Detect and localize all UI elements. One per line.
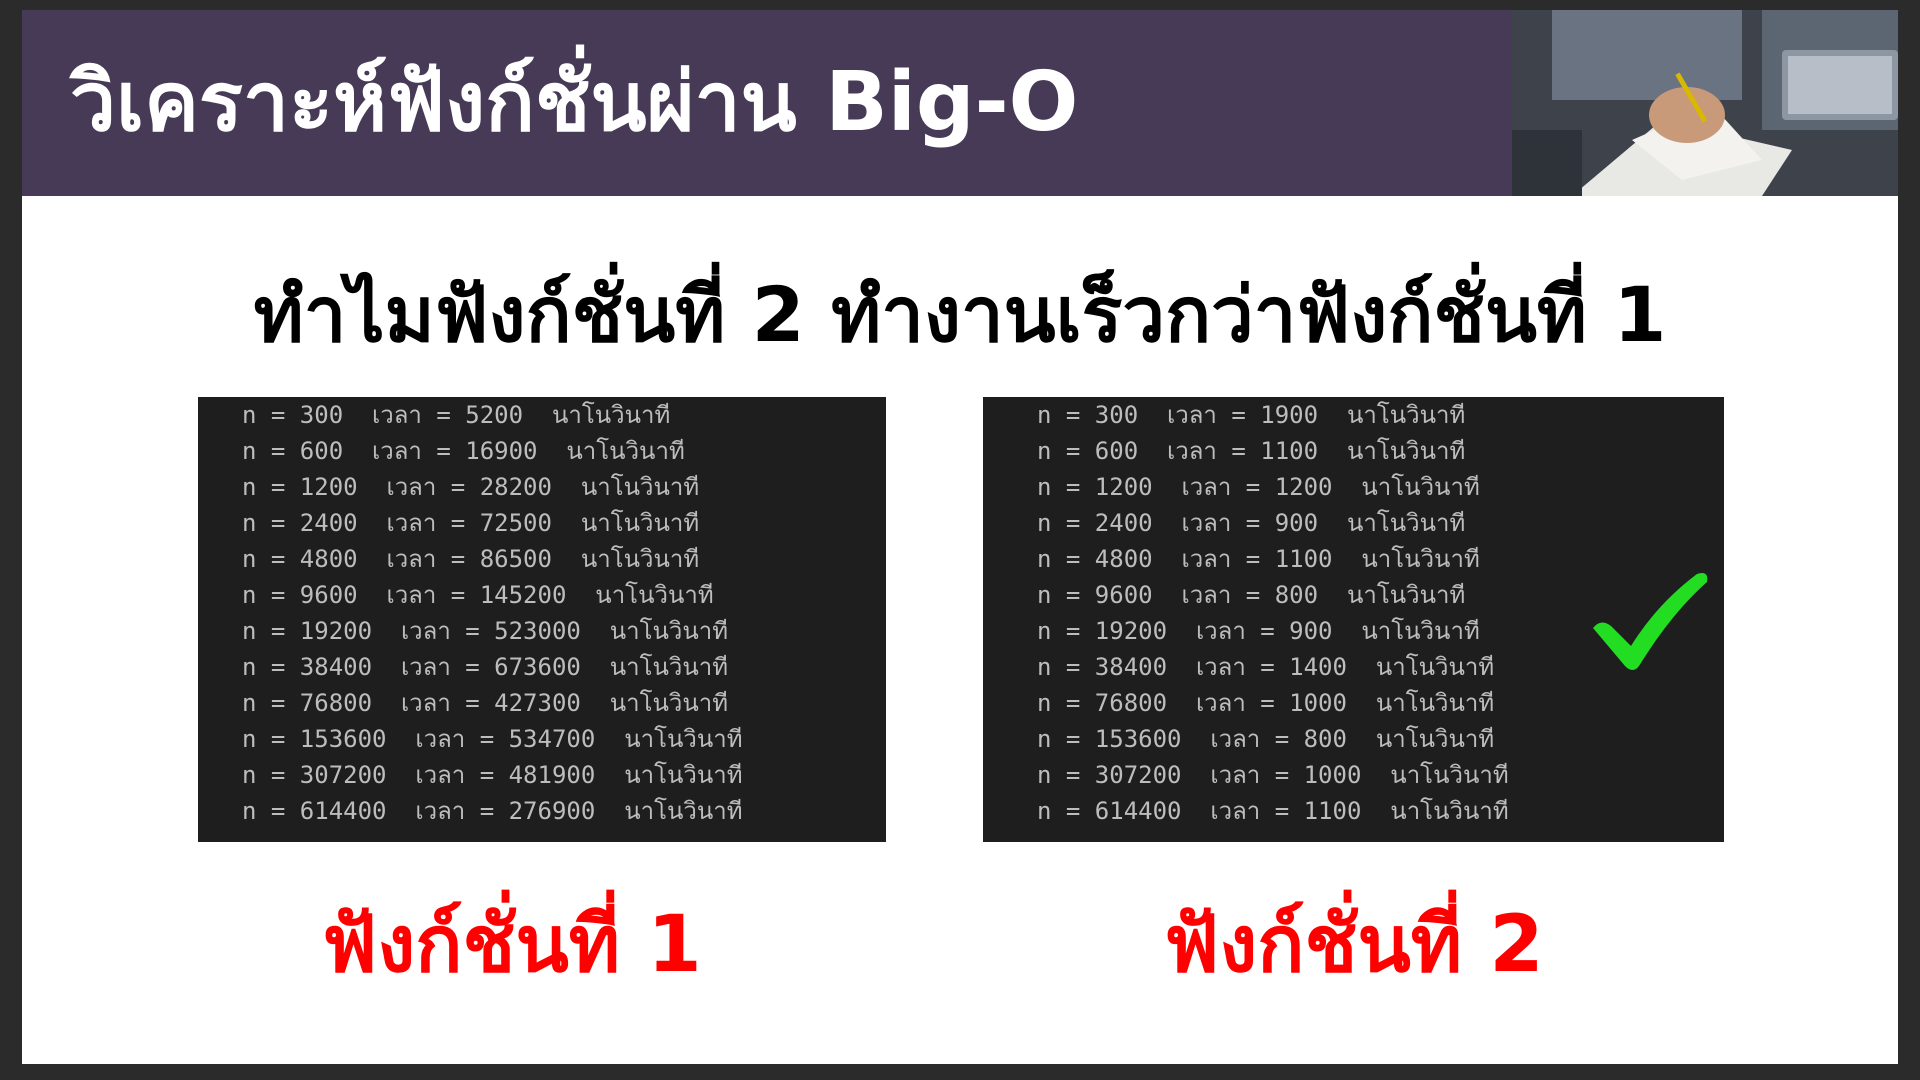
console-line: n = 4800 เวลา = 86500 นาโนวินาที bbox=[242, 545, 700, 573]
caption-function-1: ฟังก์ชั่นที่ 1 bbox=[322, 900, 702, 990]
console-line: n = 2400 เวลา = 72500 นาโนวินาที bbox=[242, 509, 700, 537]
console-line: n = 38400 เวลา = 673600 นาโนวินาที bbox=[242, 653, 729, 681]
console-line: n = 4800 เวลา = 1100 นาโนวินาที bbox=[1037, 545, 1480, 573]
console-line: n = 38400 เวลา = 1400 นาโนวินาที bbox=[1037, 653, 1495, 681]
console-line: n = 614400 เวลา = 276900 นาโนวินาที bbox=[242, 797, 743, 825]
header-bar: วิเคราะห์ฟังก์ชั่นผ่าน Big-O bbox=[22, 10, 1898, 196]
slide: วิเคราะห์ฟังก์ชั่นผ่าน Big-O ทำไมฟังก์ชั… bbox=[22, 10, 1898, 1064]
console-line: n = 2400 เวลา = 900 นาโนวินาที bbox=[1037, 509, 1466, 537]
console-line: n = 300 เวลา = 1900 นาโนวินาที bbox=[1037, 401, 1466, 429]
slide-headline: ทำไมฟังก์ชั่นที่ 2 ทำงานเร็วกว่าฟังก์ชั่… bbox=[253, 270, 1667, 359]
slide-title: วิเคราะห์ฟังก์ชั่นผ่าน Big-O bbox=[70, 55, 1079, 150]
console-line: n = 614400 เวลา = 1100 นาโนวินาที bbox=[1037, 797, 1509, 825]
person-writing-photo bbox=[1512, 10, 1898, 196]
photo-illustration bbox=[1512, 10, 1898, 196]
console-line: n = 600 เวลา = 1100 นาโนวินาที bbox=[1037, 437, 1466, 465]
console-line: n = 19200 เวลา = 523000 นาโนวินาที bbox=[242, 617, 729, 645]
console-line: n = 1200 เวลา = 1200 นาโนวินาที bbox=[1037, 473, 1480, 501]
console-line: n = 76800 เวลา = 1000 นาโนวินาที bbox=[1037, 689, 1495, 717]
console-line: n = 300 เวลา = 5200 นาโนวินาที bbox=[242, 401, 671, 429]
console-lines-function-1: n = 300 เวลา = 5200 นาโนวินาที n = 600 เ… bbox=[242, 399, 743, 831]
console-line: n = 9600 เวลา = 145200 นาโนวินาที bbox=[242, 581, 714, 609]
console-line: n = 76800 เวลา = 427300 นาโนวินาที bbox=[242, 689, 729, 717]
caption-function-2: ฟังก์ชั่นที่ 2 bbox=[1164, 900, 1544, 990]
console-line: n = 307200 เวลา = 481900 นาโนวินาที bbox=[242, 761, 743, 789]
console-output-function-1: n = 300 เวลา = 5200 นาโนวินาที n = 600 เ… bbox=[198, 397, 886, 842]
console-line: n = 19200 เวลา = 900 นาโนวินาที bbox=[1037, 617, 1480, 645]
console-lines-function-2: n = 300 เวลา = 1900 นาโนวินาที n = 600 เ… bbox=[1037, 399, 1509, 831]
console-line: n = 153600 เวลา = 534700 นาโนวินาที bbox=[242, 725, 743, 753]
console-line: n = 307200 เวลา = 1000 นาโนวินาที bbox=[1037, 761, 1509, 789]
console-output-function-2: n = 300 เวลา = 1900 นาโนวินาที n = 600 เ… bbox=[983, 397, 1724, 842]
console-line: n = 9600 เวลา = 800 นาโนวินาที bbox=[1037, 581, 1466, 609]
console-line: n = 600 เวลา = 16900 นาโนวินาที bbox=[242, 437, 685, 465]
checkmark-icon bbox=[1593, 573, 1708, 670]
console-line: n = 153600 เวลา = 800 นาโนวินาที bbox=[1037, 725, 1495, 753]
console-line: n = 1200 เวลา = 28200 นาโนวินาที bbox=[242, 473, 700, 501]
